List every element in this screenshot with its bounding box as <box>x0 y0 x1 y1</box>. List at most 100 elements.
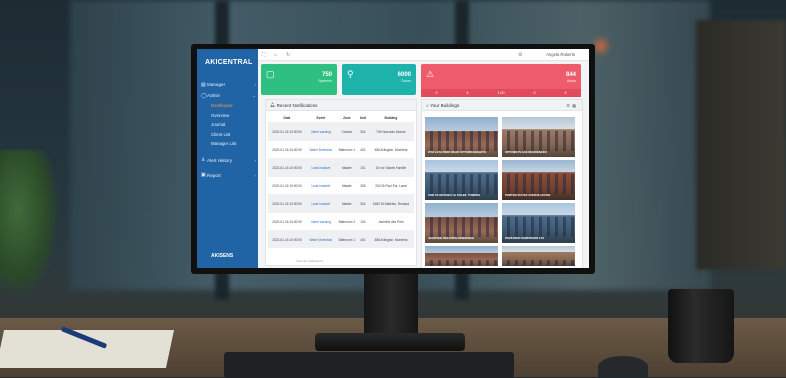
building-card[interactable]: PARKVIEW DOWNTOWN 4TH <box>502 203 575 243</box>
building-name: 2712 ALTA PARK ROAD UPTOWN HEIGHTS <box>428 149 486 154</box>
footer-logo: AKISENS <box>211 253 234 259</box>
building-name: JACINTHE DES PRÉS RESIDENCE <box>428 235 475 240</box>
cell-date: 2022-01-16 10:00:00 <box>268 230 307 248</box>
alert-breakdown: 2 4 1:00 0 9 <box>421 89 581 97</box>
sidebar-item-alert-history[interactable]: ♙ Alert History › <box>201 155 256 166</box>
chevron-down-icon: ⌄ <box>252 93 256 98</box>
column-header: Building <box>384 115 398 120</box>
building-name: UPTOWN PLACE RESIDENCES <box>505 149 547 154</box>
cell-building: Jacinthe des Prés <box>367 212 414 231</box>
building-card[interactable]: JACINTHE DES PRÉS RESIDENCE <box>425 203 498 243</box>
keyboard <box>224 352 514 378</box>
chevron-right-icon: › <box>254 82 256 87</box>
stat-caption: Systems <box>318 79 332 83</box>
sidebar-item-admin[interactable]: ◯ Admin ⌄ <box>201 90 256 101</box>
sidebar-subitem-journal[interactable]: Journal <box>201 120 256 130</box>
alert-count: 2 <box>435 91 438 95</box>
cell-unit: 401 <box>358 140 368 159</box>
cell-unit: 304 <box>358 194 368 213</box>
cell-zone: Bathroom 1 <box>335 230 358 248</box>
cell-zone: Bathroom 2 <box>335 212 358 231</box>
sidebar-nav: ▤ Manager › ◯ Admin ⌄ Dashboard Overview… <box>201 79 256 181</box>
table-row[interactable]: 2022-01-16 10:00:00 Leak Inactive Master… <box>268 158 414 177</box>
chat-icon[interactable]: ⌂ <box>274 52 277 58</box>
sidebar-item-label: Manager <box>207 82 226 87</box>
device-icon: ▢ <box>266 69 275 79</box>
cell-event: Water Detection <box>306 140 336 159</box>
table-row[interactable]: 2022-01-16 10:00:00 Valve warning Bathro… <box>268 212 414 231</box>
sidebar-item-report[interactable]: ▣ Report › <box>201 170 256 181</box>
sidebar-subitem-manager-list[interactable]: Manager List <box>201 139 256 149</box>
user-name[interactable]: Angela Roberts <box>546 52 575 57</box>
sidebar: AKICENTRAL ▤ Manager › ◯ Admin ⌄ Dashboa… <box>197 49 258 268</box>
panel-header: 🔔︎ Recent Notifications <box>266 100 416 111</box>
table-row[interactable]: 2022-01-16 10:00:00 Water Detection Bath… <box>268 140 414 159</box>
building-card[interactable]: PORTER SUITES AVENUE HOUSE <box>502 160 575 200</box>
cell-building: 10 rue Sainte-Famille <box>367 158 414 177</box>
sidebar-item-label: Admin <box>207 93 221 98</box>
building-card[interactable]: 1080 ST-MATHIEU LE SOLEIL TOWERS <box>425 160 498 200</box>
alert-count: 9 <box>564 91 567 95</box>
sidebar-item-manager[interactable]: ▤ Manager › <box>201 79 256 90</box>
expand-icon[interactable]: ⛶ <box>262 52 266 58</box>
cell-building: 749 Nouveau Monde <box>367 122 414 141</box>
stat-card-zones[interactable]: ⚲ 6000 Zones <box>342 64 416 95</box>
cell-unit: 304 <box>358 122 368 141</box>
cell-event: Water Detection <box>306 230 336 248</box>
chevron-right-icon: › <box>254 157 256 163</box>
building-name: 1080 ST-MATHIEU LE SOLEIL TOWERS <box>428 192 481 197</box>
background-shelf <box>696 20 786 270</box>
cell-date: 2022-01-16 10:00:00 <box>268 212 307 231</box>
cell-unit: 401 <box>358 230 368 248</box>
mouse <box>598 356 648 377</box>
warning-icon: ⚠ <box>426 69 435 79</box>
cell-zone: Master <box>335 194 358 213</box>
cell-building: 1680 St-Mathieu, Renaud <box>367 194 414 213</box>
app-logo[interactable]: AKICENTRAL <box>205 59 253 66</box>
cell-date: 2022-01-16 10:00:00 <box>268 176 307 195</box>
settings-icon[interactable]: ⚙ <box>518 52 522 58</box>
recent-notifications-panel: 🔔︎ Recent Notifications Date Event Zone … <box>265 99 417 266</box>
topbar: ⛶ ⌂ ↻ ⚙ Angela Roberts <box>258 49 589 61</box>
view-all-link[interactable]: View all notifications <box>296 259 323 263</box>
sidebar-subitem-client-list[interactable]: Client List <box>201 130 256 140</box>
notifications-table: Date Event Zone Unit Building 2022-01-16… <box>268 113 414 248</box>
panel-title: Your Buildings <box>430 102 460 108</box>
table-row[interactable]: 2022-01-16 10:00:00 Leak Inactive Master… <box>268 194 414 213</box>
refresh-icon[interactable]: ↻ <box>286 52 290 58</box>
stat-caption: Alerts <box>566 79 576 83</box>
building-card[interactable] <box>425 246 498 266</box>
grid-view-icon[interactable]: ▦ <box>572 103 576 108</box>
list-view-icon[interactable]: ☰ <box>566 103 570 108</box>
building-name: PARKVIEW DOWNTOWN 4TH <box>505 235 545 240</box>
cell-date: 2022-01-16 10:00:00 <box>268 122 307 141</box>
building-card[interactable]: 2712 ALTA PARK ROAD UPTOWN HEIGHTS <box>425 117 498 157</box>
stat-card-systems[interactable]: ▢ 750 Systems <box>261 64 337 95</box>
sidebar-subitem-dashboard[interactable]: Dashboard <box>201 101 256 111</box>
sidebar-item-label: Report <box>207 172 221 178</box>
cell-building: 330 St-Paul Est, Laval <box>367 176 414 195</box>
stat-caption: Zones <box>401 79 411 83</box>
cell-zone: Master <box>335 176 358 195</box>
sidebar-subitem-overview[interactable]: Overview <box>201 111 256 121</box>
cell-event: Valve warning <box>306 212 336 231</box>
column-header: Zone <box>343 115 351 120</box>
cell-unit: 104 <box>358 212 368 231</box>
cell-unit: 101 <box>358 158 368 177</box>
column-header: Event <box>316 115 326 120</box>
cell-building: 486 Arlington, Montréal <box>367 230 414 248</box>
building-card[interactable]: UPTOWN PLACE RESIDENCES <box>502 117 575 157</box>
cell-event: Leak Inactive <box>306 176 336 195</box>
cell-zone: Master <box>335 158 358 177</box>
table-row[interactable]: 2022-01-16 10:00:00 Leak Inactive Master… <box>268 176 414 195</box>
building-card[interactable] <box>502 246 575 266</box>
monitor-stand-base <box>315 333 465 351</box>
stat-card-alerts[interactable]: ⚠ 844 Alerts 2 4 1:00 0 9 <box>421 64 581 97</box>
background-lamp <box>595 40 607 52</box>
stat-value: 6000 <box>397 72 411 78</box>
table-row[interactable]: 2022-01-16 10:00:00 Water Detection Bath… <box>268 230 414 248</box>
table-row[interactable]: 2022-01-16 10:00:00 Valve warning Cuisin… <box>268 122 414 141</box>
stat-value: 844 <box>565 72 576 78</box>
column-header: Date <box>283 115 291 120</box>
column-header: Unit <box>359 115 367 120</box>
